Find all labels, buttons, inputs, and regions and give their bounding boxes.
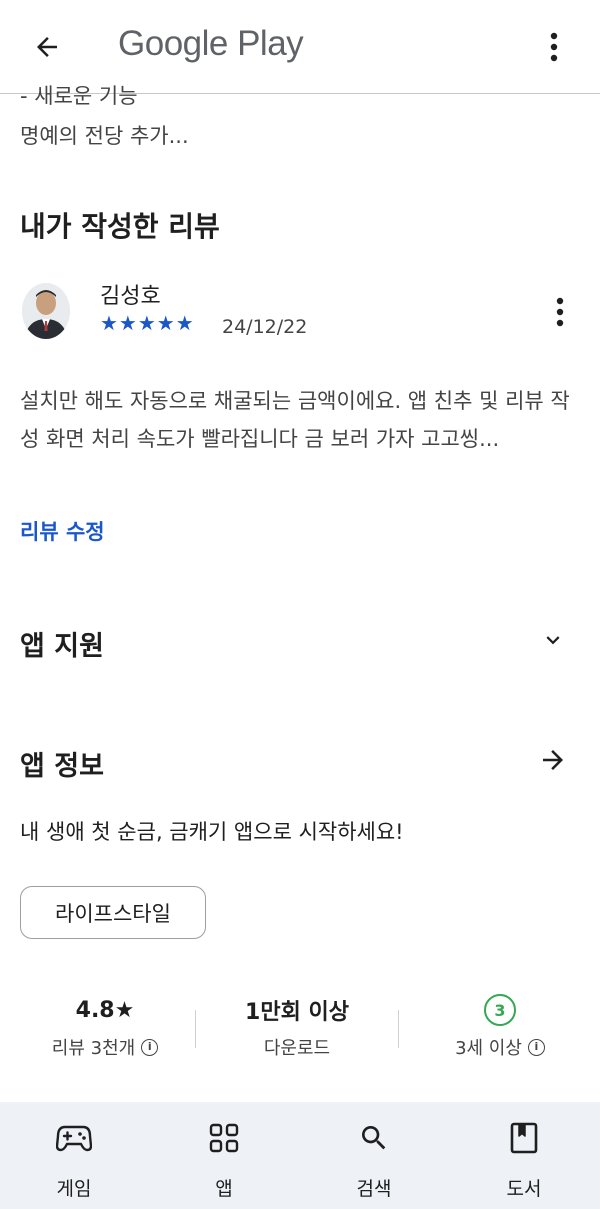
reviewer-avatar [22, 283, 70, 339]
downloads-label: 다운로드 [263, 1038, 331, 1059]
info-icon: i [141, 1038, 159, 1056]
app-description: 내 생애 첫 순금, 금캐기 앱으로 시작하세요! [20, 820, 404, 844]
more-vert-icon [556, 297, 564, 327]
rating-value: 4.8★ [75, 997, 135, 1023]
category-chip[interactable]: 라이프스타일 [20, 886, 206, 939]
edit-review-link[interactable]: 리뷰 수정 [20, 516, 105, 546]
downloads-value: 1만회 이상 [245, 1000, 349, 1025]
app-support-title[interactable]: 앱 지원 [20, 624, 104, 663]
google-play-logo[interactable]: Google Play [118, 24, 304, 64]
app-info-title[interactable]: 앱 정보 [20, 744, 104, 783]
app-info-arrow-button[interactable] [534, 741, 572, 779]
arrow-forward-icon [543, 750, 563, 770]
nav-item-search[interactable]: 검색 [324, 1118, 424, 1201]
book-icon [510, 1122, 538, 1154]
nav-item-games[interactable]: 게임 [24, 1118, 124, 1201]
bottom-navigation: 게임 앱 검색 도서 [0, 1102, 600, 1209]
review-more-button[interactable] [544, 294, 576, 330]
nav-item-books[interactable]: 도서 [474, 1118, 574, 1201]
review-body: 설치만 해도 자동으로 채굴되는 금액이에요. 앱 친추 및 리뷰 작성 화면 … [20, 389, 570, 451]
stat-divider [398, 1010, 399, 1048]
review-star-rating: ★★★★★ [100, 311, 195, 335]
review-date: 24/12/22 [222, 316, 308, 338]
gamepad-icon [56, 1125, 92, 1152]
whats-new-last-line: 명예의 전당 추가... [20, 124, 189, 148]
nav-label-apps: 앱 [215, 1178, 233, 1200]
rating-stat[interactable]: 4.8★ 리뷰 3천개 i [20, 990, 190, 1060]
rating-count-label: 리뷰 3천개 [51, 1038, 136, 1059]
more-options-button[interactable] [536, 26, 572, 68]
my-review-title: 내가 작성한 리뷰 [20, 210, 220, 243]
downloads-stat: 1만회 이상 다운로드 [212, 990, 382, 1060]
app-support-expand-button[interactable] [534, 621, 572, 659]
info-icon: i [527, 1038, 545, 1056]
nav-label-books: 도서 [506, 1178, 542, 1200]
person-photo-icon [22, 283, 70, 339]
app-stats-row: 4.8★ 리뷰 3천개 i 1만회 이상 다운로드 3 3세 이상 i [0, 990, 600, 1070]
more-vert-icon [550, 32, 558, 62]
apps-grid-icon [209, 1123, 239, 1153]
chevron-down-icon [546, 636, 560, 645]
age-rating-stat[interactable]: 3 3세 이상 i [415, 990, 585, 1060]
nav-label-games: 게임 [56, 1178, 92, 1200]
nav-item-apps[interactable]: 앱 [174, 1118, 274, 1201]
arrow-back-icon [37, 37, 57, 57]
stat-divider [195, 1010, 196, 1048]
age-rating-label: 3세 이상 [455, 1038, 522, 1059]
reviewer-name: 김성호 [100, 284, 161, 309]
age-rating-badge: 3 [484, 994, 516, 1026]
back-button[interactable] [26, 26, 68, 68]
search-icon [362, 1126, 386, 1150]
nav-label-search: 검색 [356, 1178, 392, 1200]
whats-new-cutoff-line: - 새로운 기능 [20, 84, 138, 108]
